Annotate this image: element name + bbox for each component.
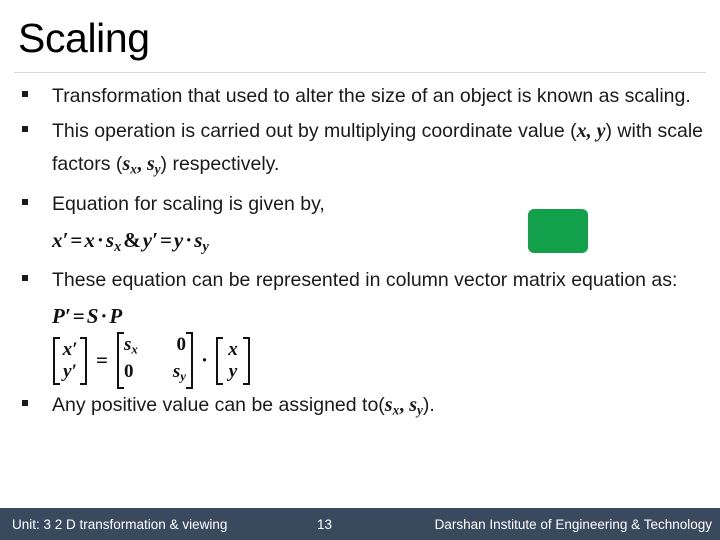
footer-organization-label: Darshan Institute of Engineering & Techn… xyxy=(434,517,712,532)
bullet-text-definition: Transformation that used to alter the si… xyxy=(52,85,691,107)
eq-y-rhs: y xyxy=(173,227,184,252)
matrix-scale-sx: sx xyxy=(124,334,144,361)
matrix-rhs-x: x xyxy=(228,338,238,360)
square-bullet-icon xyxy=(22,91,28,97)
square-bullet-icon xyxy=(22,274,28,281)
positive-text-part2: ). xyxy=(422,393,435,416)
bullet-text-operation: This operation is carried out by multipl… xyxy=(52,115,710,186)
eq-capital-s: S xyxy=(86,303,99,328)
bullet-item-operation: This operation is carried out by multipl… xyxy=(0,115,720,186)
eq-y-prime-lhs: y xyxy=(142,227,153,252)
equation-matrix-full: x′ y′ = sx 0 0 sy · x y xyxy=(0,332,720,390)
math-positive-sx-base: s xyxy=(384,393,393,416)
matrix-scale-sy-sub: y xyxy=(180,368,186,384)
eq-equals-3: = xyxy=(72,303,85,328)
slide-body: Transformation that used to alter the si… xyxy=(0,80,720,428)
page-title: Scaling xyxy=(18,15,150,61)
eq-x-prime-lhs: x xyxy=(52,227,63,252)
eq-ampersand: & xyxy=(123,227,141,252)
matrix-lhs-y-prime: y′ xyxy=(63,360,77,382)
bullet-text-matrix: These equation can be represented in col… xyxy=(52,268,678,291)
matrix-rhs-column-vector: x y xyxy=(215,336,250,385)
matrix-scale-row-2: 0 sy xyxy=(124,361,186,388)
math-positive-comma: , xyxy=(399,393,410,416)
math-coordinate-xy: x, y xyxy=(576,120,606,142)
matrix-scale-sx-sub: x xyxy=(131,341,138,357)
matrix-lhs-x-prime: x′ xyxy=(62,338,78,360)
math-positive-sy-base: s xyxy=(409,393,418,416)
square-bullet-icon xyxy=(22,126,28,132)
bullet-text-positive: Any positive value can be assigned to(sx… xyxy=(52,389,710,427)
bullet-item-matrix: These equation can be represented in col… xyxy=(0,264,720,297)
operation-text-part3: ) respectively. xyxy=(160,153,280,175)
bullet-text-equation: Equation for scaling is given by, xyxy=(52,192,325,215)
square-bullet-icon xyxy=(22,198,28,205)
positive-text-part1: Any positive value can be assigned to( xyxy=(52,393,385,416)
matrix-scale-zero-bottom: 0 xyxy=(123,360,134,382)
matrix-rhs-row-1: x xyxy=(223,339,243,361)
eq-equals-2: = xyxy=(159,227,172,252)
matrix-scale-row-1: sx 0 xyxy=(124,334,186,361)
eq-equals-1: = xyxy=(70,227,83,252)
matrix-lhs-row-2: y′ xyxy=(60,361,80,383)
bullet-item-equation: Equation for scaling is given by, xyxy=(0,188,720,221)
title-divider xyxy=(14,72,706,73)
equation-matrix-shorthand: P′=S·P xyxy=(0,299,720,333)
matrix-equals-sign: = xyxy=(96,348,108,373)
square-bullet-icon xyxy=(22,399,28,406)
eq-p-prime: P xyxy=(52,303,65,328)
slide-footer: Unit: 3 2 D transformation & viewing 13 … xyxy=(0,508,720,540)
matrix-scale-matrix: sx 0 0 sy xyxy=(116,332,193,390)
eq-capital-p: P xyxy=(109,303,123,328)
operation-text-part1: This operation is carried out by multipl… xyxy=(52,120,577,142)
footer-page-number: 13 xyxy=(317,517,333,532)
bullet-item-positive: Any positive value can be assigned to(sx… xyxy=(0,389,720,427)
matrix-lhs-row-1: x′ xyxy=(60,339,80,361)
eq-dot-2: · xyxy=(185,227,193,252)
eq-dot-1: · xyxy=(96,227,104,252)
slide-canvas: Scaling Transformation that used to alte… xyxy=(0,0,720,540)
matrix-scale-sy: sy xyxy=(166,361,186,388)
eq-prime-3: ′ xyxy=(64,303,71,328)
matrix-rhs-y: y xyxy=(228,360,238,382)
eq-s-1: s xyxy=(105,227,115,252)
bullet-item-definition: Transformation that used to alter the si… xyxy=(0,80,720,113)
matrix-lhs-column-vector: x′ y′ xyxy=(53,336,87,385)
matrix-dot-operator: · xyxy=(200,348,208,373)
math-sy-base: s xyxy=(146,153,155,175)
matrix-scale-zero-top: 0 xyxy=(176,334,186,356)
math-sx-subscript: x xyxy=(130,161,137,177)
math-comma-1: , xyxy=(136,153,147,175)
eq-s-sub-y: y xyxy=(202,238,209,255)
eq-dot-3: · xyxy=(100,303,108,328)
eq-x-rhs: x xyxy=(84,227,95,252)
equation-scaling-scalar: x′=x·sx&y′=y·sy xyxy=(0,223,720,264)
footer-unit-label: Unit: 3 2 D transformation & viewing xyxy=(12,517,228,532)
matrix-rhs-row-2: y xyxy=(223,361,243,383)
